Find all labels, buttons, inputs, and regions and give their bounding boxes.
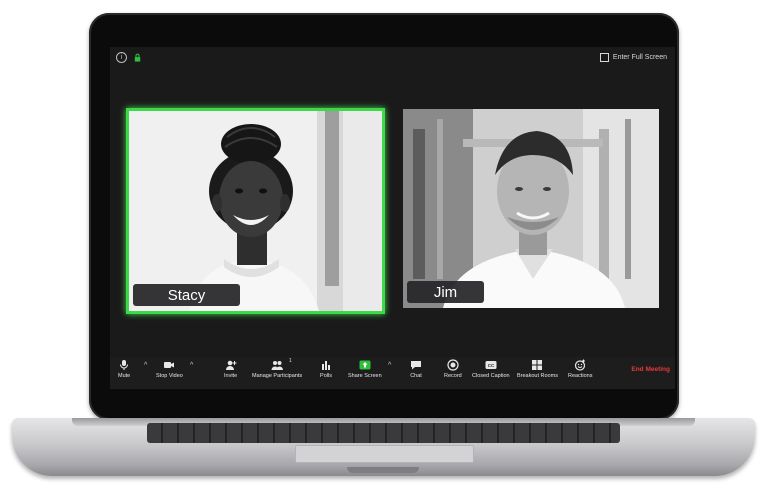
- reactions-button[interactable]: Reactions: [568, 359, 592, 379]
- closed-caption-icon: CC: [485, 361, 497, 369]
- record-button[interactable]: Record: [444, 359, 462, 379]
- end-meeting-button[interactable]: End Meeting: [631, 366, 670, 373]
- svg-text:CC: CC: [488, 363, 495, 368]
- laptop-keyboard: [147, 423, 620, 443]
- manage-participants-button[interactable]: Manage Participants 1: [252, 358, 303, 379]
- closed-caption-button[interactable]: CC Closed Caption: [472, 359, 510, 379]
- breakout-rooms-button[interactable]: Breakout Rooms: [517, 359, 558, 379]
- laptop-trackpad: [295, 445, 474, 463]
- polls-button[interactable]: Polls: [320, 359, 332, 379]
- share-screen-label: Share Screen: [348, 373, 382, 379]
- chat-icon: [411, 361, 421, 370]
- mute-label: Mute: [118, 373, 131, 379]
- name-tag-stacy: Stacy: [133, 284, 240, 306]
- reactions-label: Reactions: [568, 373, 593, 379]
- fullscreen-icon: [599, 53, 609, 62]
- video-camera-icon: [164, 362, 175, 368]
- video-tile-jim[interactable]: Jim: [403, 109, 659, 308]
- laptop-front-notch: [347, 467, 419, 473]
- share-screen-icon: [359, 360, 371, 370]
- closed-caption-label: Closed Caption: [472, 373, 510, 379]
- stop-video-label: Stop Video: [156, 373, 183, 379]
- info-icon[interactable]: i: [116, 52, 127, 63]
- name-tag-jim: Jim: [407, 281, 484, 303]
- participant-count-badge: 1: [289, 358, 292, 364]
- enter-full-screen-button[interactable]: Enter Full Screen: [599, 53, 667, 62]
- record-label: Record: [444, 373, 462, 379]
- audio-options-caret-icon[interactable]: ^: [144, 362, 147, 369]
- participants-icon: [271, 361, 284, 370]
- chat-button[interactable]: Chat: [410, 359, 422, 379]
- breakout-rooms-icon: [532, 360, 543, 370]
- video-options-caret-icon[interactable]: ^: [190, 362, 193, 369]
- chat-label: Chat: [410, 373, 422, 379]
- zoom-meeting-window: i Enter Full Screen Stacy Jim Mute ^ Sto…: [110, 47, 675, 389]
- invite-label: Invite: [224, 373, 238, 379]
- share-screen-button[interactable]: Share Screen: [348, 359, 382, 379]
- participant-video-jim: [403, 109, 659, 308]
- invite-button[interactable]: Invite: [224, 359, 237, 379]
- reactions-icon: [575, 359, 586, 371]
- record-icon: [447, 359, 459, 371]
- lock-icon[interactable]: [133, 53, 142, 62]
- top-left-status: i: [116, 52, 142, 63]
- invite-icon: [225, 360, 237, 370]
- share-options-caret-icon[interactable]: ^: [388, 362, 391, 369]
- manage-participants-label: Manage Participants: [252, 373, 303, 379]
- mute-button[interactable]: Mute: [118, 359, 130, 379]
- meeting-toolbar: Mute ^ Stop Video ^ Invite Manage Partic…: [110, 357, 675, 389]
- stop-video-button[interactable]: Stop Video: [156, 359, 183, 379]
- laptop-base: [12, 418, 755, 476]
- microphone-icon: [120, 360, 129, 370]
- breakout-rooms-label: Breakout Rooms: [517, 373, 558, 379]
- polls-label: Polls: [320, 373, 332, 379]
- polls-icon: [322, 361, 330, 370]
- enter-full-screen-label: Enter Full Screen: [612, 54, 667, 61]
- video-tile-stacy[interactable]: Stacy: [126, 108, 385, 314]
- participant-video-stacy: [129, 111, 382, 311]
